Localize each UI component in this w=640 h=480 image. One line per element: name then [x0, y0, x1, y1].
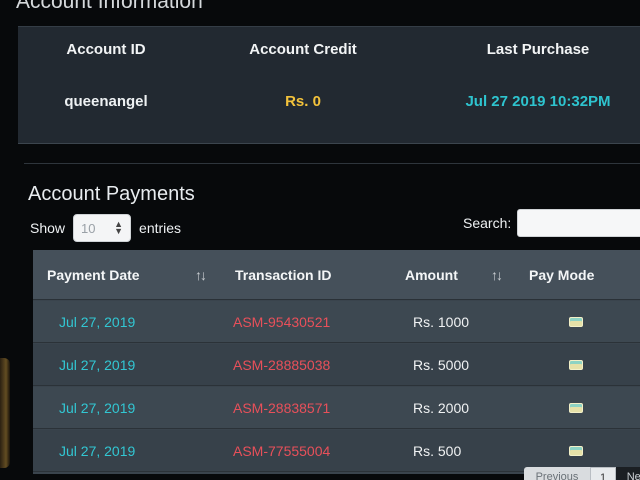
- page-1-button[interactable]: 1: [590, 467, 616, 480]
- previous-page-button[interactable]: Previous: [524, 467, 590, 480]
- search-control: Search:: [463, 208, 640, 238]
- table-header: Payment Date ↑↓ Transaction ID Amount ↑↓…: [33, 250, 640, 300]
- amount-cell: Rs. 5000: [413, 356, 470, 373]
- account-info-panel: Account ID Account Credit Last Purchase …: [18, 26, 640, 144]
- payments-table: Payment Date ↑↓ Transaction ID Amount ↑↓…: [33, 250, 640, 474]
- entries-label: entries: [139, 220, 182, 236]
- page: Account Information Account ID Account C…: [14, 0, 640, 480]
- transaction-id-cell: ASM-77555004: [233, 442, 331, 459]
- amount-cell: Rs. 1000: [413, 313, 470, 330]
- search-input[interactable]: [517, 209, 640, 237]
- entries-select[interactable]: 10 ▲ ▼: [73, 214, 132, 242]
- account-info-row: queenangel Rs. 0 Jul 27 2019 10:32PM: [18, 93, 640, 119]
- entries-select-value: 10: [81, 220, 96, 236]
- amount-cell: Rs. 500: [413, 442, 462, 459]
- account-id-value: queenangel: [64, 93, 148, 110]
- pay-mode-cell: [515, 443, 625, 459]
- pagination: Previous 1 Next: [524, 467, 640, 480]
- table-row: Jul 27, 2019 ASM-28838571 Rs. 2000: [33, 387, 640, 429]
- column-amount-label: Amount: [405, 266, 458, 283]
- payment-date-cell: Jul 27, 2019: [59, 442, 136, 459]
- section-divider: [24, 163, 640, 164]
- last-purchase-value: Jul 27 2019 10:32PM: [465, 93, 611, 110]
- header-account-id: Account ID: [66, 41, 146, 58]
- next-page-button[interactable]: Next: [616, 467, 640, 480]
- show-label: Show: [30, 220, 66, 236]
- amount-cell: Rs. 2000: [413, 399, 470, 416]
- cash-icon: [569, 359, 583, 370]
- column-pay-mode-label: Pay Mode: [529, 266, 595, 283]
- account-payments-title: Account Payments: [28, 183, 195, 205]
- table-row: Jul 27, 2019 ASM-28885038 Rs. 5000: [33, 344, 640, 386]
- sort-icon: ↑↓: [491, 266, 503, 283]
- cash-icon: [569, 445, 583, 456]
- transaction-id-cell: ASM-95430521: [233, 313, 331, 330]
- header-account-credit: Account Credit: [249, 41, 357, 58]
- search-label: Search:: [463, 215, 512, 231]
- column-transaction-id-label: Transaction ID: [235, 266, 332, 283]
- cash-icon: [569, 402, 583, 413]
- table-row: Jul 27, 2019 ASM-77555004 Rs. 500: [33, 430, 640, 472]
- column-payment-date[interactable]: Payment Date ↑↓: [33, 267, 219, 283]
- pay-mode-cell: [515, 357, 625, 373]
- column-payment-date-label: Payment Date: [47, 266, 140, 283]
- header-last-purchase: Last Purchase: [486, 41, 590, 58]
- sort-icon: ↑↓: [195, 266, 207, 283]
- cash-icon: [569, 316, 583, 327]
- pay-mode-cell: [515, 400, 625, 416]
- column-amount[interactable]: Amount ↑↓: [389, 267, 515, 283]
- account-credit-value: Rs. 0: [285, 93, 321, 110]
- select-arrows-icon: ▲ ▼: [114, 219, 124, 236]
- payment-date-cell: Jul 27, 2019: [59, 356, 136, 373]
- account-info-title: Account Information: [16, 0, 203, 13]
- entries-length-control: Show 10 ▲ ▼ entries: [30, 214, 181, 242]
- table-row: Jul 27, 2019 ASM-95430521 Rs. 1000: [33, 301, 640, 343]
- transaction-id-cell: ASM-28885038: [233, 356, 331, 373]
- payment-date-cell: Jul 27, 2019: [59, 313, 136, 330]
- account-info-header: Account ID Account Credit Last Purchase: [18, 41, 640, 65]
- transaction-id-cell: ASM-28838571: [233, 399, 331, 416]
- payment-date-cell: Jul 27, 2019: [59, 399, 136, 416]
- pay-mode-cell: [515, 314, 625, 330]
- column-transaction-id[interactable]: Transaction ID: [219, 267, 389, 283]
- background-object: [0, 358, 10, 468]
- column-pay-mode[interactable]: Pay Mode: [515, 267, 625, 283]
